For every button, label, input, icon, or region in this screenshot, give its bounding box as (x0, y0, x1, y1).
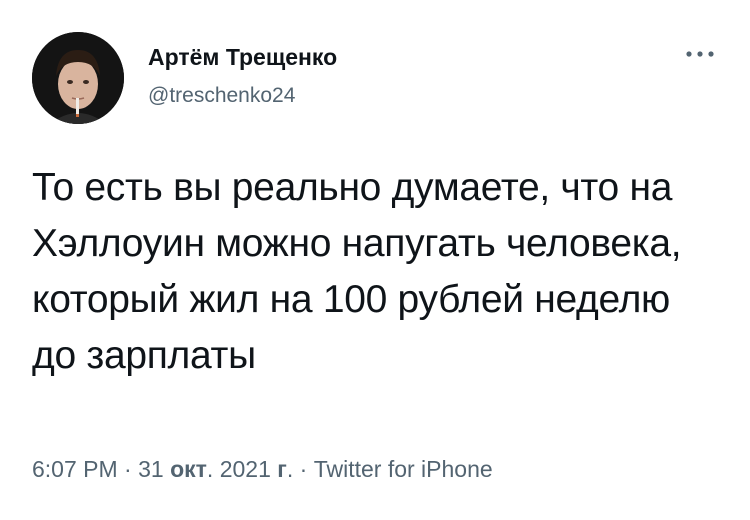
author-display-name[interactable]: Артём Трещенко (148, 44, 337, 71)
tweet-date-month[interactable]: окт (170, 456, 207, 482)
more-horizontal-icon[interactable] (680, 42, 720, 66)
tweet-source[interactable]: Twitter for iPhone (314, 456, 493, 482)
tweet-text: То есть вы реально думаете, что на Хэлло… (32, 166, 682, 377)
tweet-time[interactable]: 6:07 PM (32, 456, 118, 482)
tweet-card: Артём Трещенко @treschenko24 То есть вы … (0, 0, 750, 520)
meta-separator: . (286, 456, 300, 482)
avatar[interactable] (32, 32, 124, 124)
tweet-date-day[interactable]: 31 (138, 456, 170, 482)
meta-separator: · (299, 456, 314, 482)
author-handle[interactable]: @treschenko24 (148, 84, 295, 108)
tweet-date-year[interactable]: . 2021 (207, 456, 277, 482)
tweet-meta: 6:07 PM · 31 окт. 2021 г. · Twitter for … (32, 456, 493, 483)
avatar-photo (32, 32, 124, 124)
meta-separator: · (117, 456, 139, 482)
tweet-date-year-suffix[interactable]: г (277, 456, 287, 482)
